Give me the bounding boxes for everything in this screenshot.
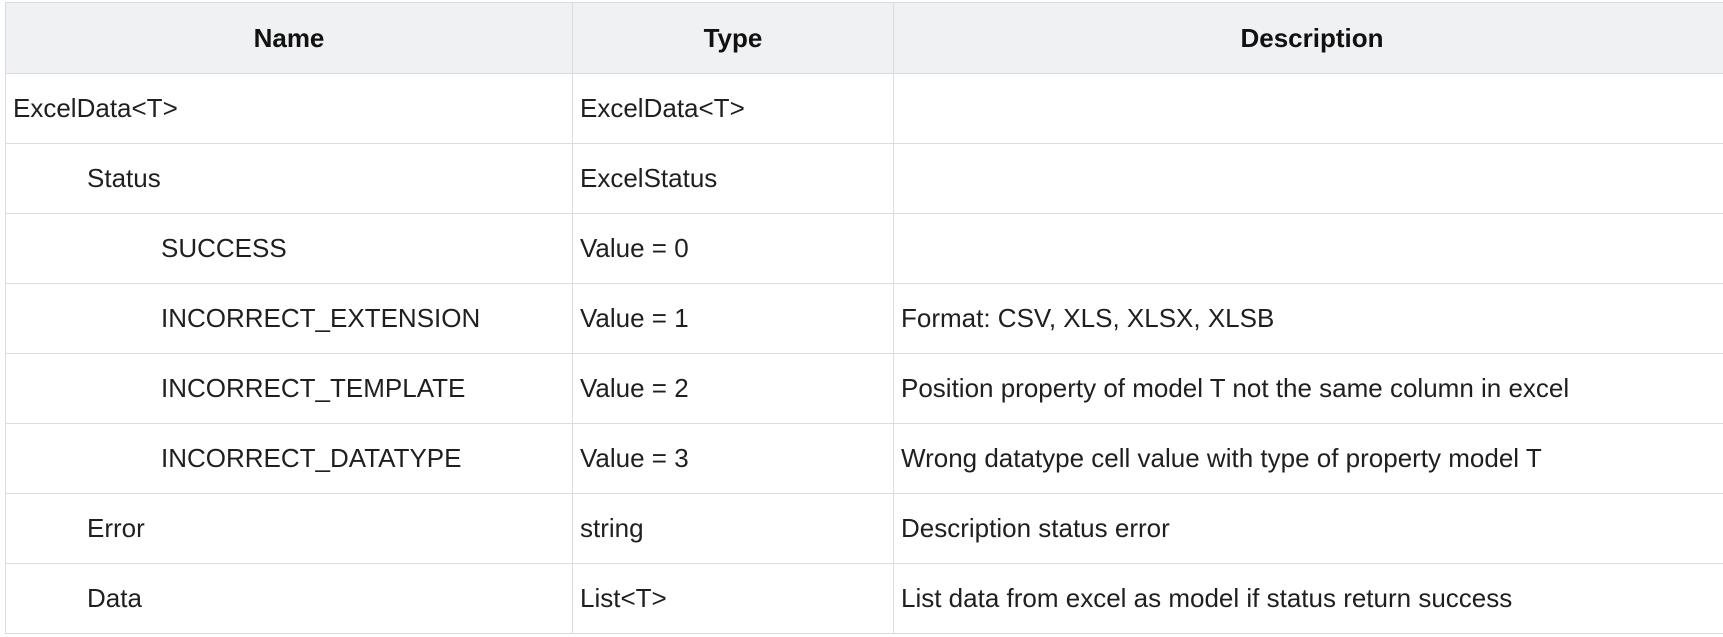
cell-description: List data from excel as model if status … [893,563,1723,634]
cell-type: ExcelData<T> [572,73,894,144]
cell-type: Value = 2 [572,353,894,424]
cell-description: Description status error [893,493,1723,564]
table-header: Name Type Description [5,2,1723,74]
cell-name: INCORRECT_TEMPLATE [5,353,573,424]
table-row: INCORRECT_EXTENSION Value = 1 Format: CS… [5,283,1723,354]
cell-name: INCORRECT_EXTENSION [5,283,573,354]
cell-name: SUCCESS [5,213,573,284]
header-row: Name Type Description [5,2,1723,74]
table-row: SUCCESS Value = 0 [5,213,1723,284]
cell-type: Value = 0 [572,213,894,284]
cell-name: Data [5,563,573,634]
cell-type: Value = 3 [572,423,894,494]
property-table: Name Type Description ExcelData<T> Excel… [5,2,1723,634]
cell-name: Error [5,493,573,564]
cell-name: INCORRECT_DATATYPE [5,423,573,494]
cell-description: Format: CSV, XLS, XLSX, XLSB [893,283,1723,354]
cell-type: ExcelStatus [572,143,894,214]
table-row: Status ExcelStatus [5,143,1723,214]
cell-description: Position property of model T not the sam… [893,353,1723,424]
column-header-name: Name [5,2,573,74]
cell-type: Value = 1 [572,283,894,354]
table-row: INCORRECT_DATATYPE Value = 3 Wrong datat… [5,423,1723,494]
cell-type: string [572,493,894,564]
table-row: Error string Description status error [5,493,1723,564]
table-body: ExcelData<T> ExcelData<T> Status ExcelSt… [5,73,1723,634]
cell-name: ExcelData<T> [5,73,573,144]
cell-description [893,73,1723,144]
cell-description [893,143,1723,214]
table-row: Data List<T> List data from excel as mod… [5,563,1723,634]
cell-description [893,213,1723,284]
cell-description: Wrong datatype cell value with type of p… [893,423,1723,494]
cell-name: Status [5,143,573,214]
column-header-description: Description [893,2,1723,74]
column-header-type: Type [572,2,894,74]
table-row: ExcelData<T> ExcelData<T> [5,73,1723,144]
cell-type: List<T> [572,563,894,634]
table-row: INCORRECT_TEMPLATE Value = 2 Position pr… [5,353,1723,424]
